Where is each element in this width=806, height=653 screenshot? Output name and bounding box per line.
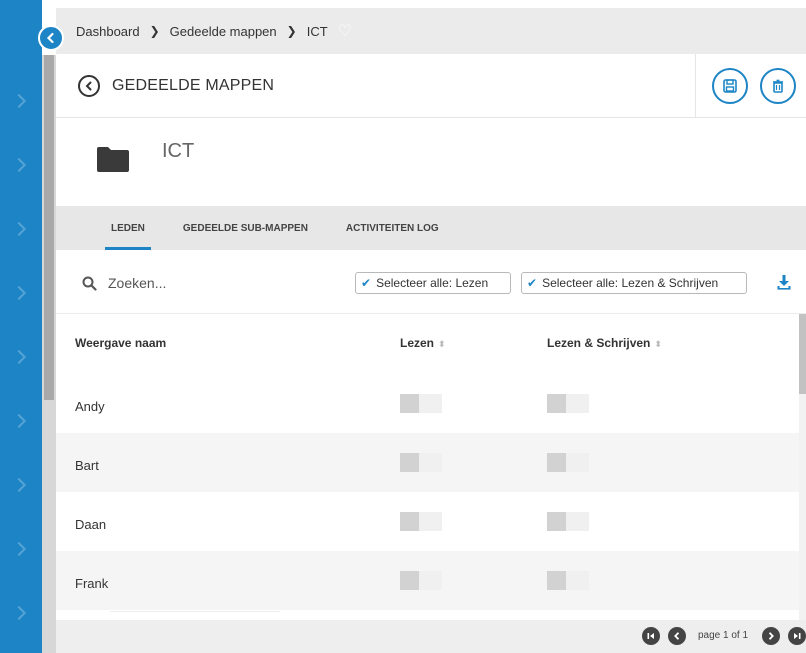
column-header-lezen-label: Lezen [400, 336, 435, 350]
tab-leden[interactable]: LEDEN [105, 206, 151, 250]
page-indicator: page 1 of 1 [698, 630, 749, 641]
breadcrumb-current: ICT [306, 23, 328, 39]
search-input[interactable] [108, 272, 308, 294]
chevron-left-icon [85, 81, 92, 90]
column-header-weergave-naam[interactable]: Weergave naam [75, 336, 166, 350]
read-toggle[interactable] [400, 453, 442, 472]
sort-icon: ⬍ [438, 339, 446, 349]
member-name: Frank [75, 576, 109, 591]
table-row: Frank [56, 551, 799, 610]
next-page-button[interactable] [762, 627, 780, 645]
nav-scrollbar-thumb[interactable] [44, 55, 54, 400]
breadcrumb: Dashboard ❯ Gedeelde mappen ❯ ICT ♡ [56, 8, 806, 54]
back-button[interactable] [78, 74, 100, 97]
folder-icon [97, 147, 129, 172]
member-name: Bart [75, 458, 99, 473]
floppy-disk-icon [723, 79, 737, 93]
chevron-right-icon [11, 285, 27, 301]
member-name: Andy [75, 399, 105, 414]
chevron-right-icon [768, 632, 774, 640]
breadcrumb-separator: ❯ [149, 24, 160, 38]
page-header: GEDEELDE MAPPEN [56, 54, 806, 118]
toggle-knob [547, 394, 566, 413]
chevron-left-icon [46, 32, 54, 44]
header-actions [695, 54, 806, 118]
table-scrollbar-thumb[interactable] [799, 314, 806, 394]
chevron-right-icon [11, 349, 27, 365]
favorite-heart-icon[interactable]: ♡ [338, 21, 352, 41]
read-write-toggle[interactable] [547, 453, 589, 472]
folder-name: ICT [162, 140, 195, 162]
checkmark-icon: ✔ [361, 276, 372, 290]
chevron-right-icon [11, 541, 27, 557]
chevron-right-icon [11, 477, 27, 493]
chevron-right-icon [11, 221, 27, 237]
tab-gedeelde-sub-mappen[interactable]: GEDEELDE SUB-MAPPEN [183, 206, 308, 250]
breadcrumb-separator: ❯ [286, 24, 297, 38]
read-toggle[interactable] [400, 512, 442, 531]
page-title: GEDEELDE MAPPEN [112, 76, 275, 94]
read-toggle[interactable] [400, 571, 442, 590]
table-scrollbar[interactable] [799, 314, 806, 624]
toggle-knob [400, 394, 419, 413]
select-all-read-button[interactable]: ✔ Selecteer alle: Lezen [355, 272, 511, 294]
trash-icon [773, 79, 783, 93]
toggle-knob [400, 571, 419, 590]
table-header: Weergave naam Lezen ⬍ Lezen & Schrijven ⬍ [56, 314, 799, 374]
first-page-button[interactable] [642, 627, 660, 645]
tab-bar: LEDEN GEDEELDE SUB-MAPPEN ACTIVITEITEN L… [56, 206, 806, 250]
skip-first-icon [647, 633, 654, 639]
column-header-lezen[interactable]: Lezen ⬍ [400, 336, 446, 350]
divider [110, 611, 280, 612]
chevron-right-icon [11, 157, 27, 173]
search-icon [82, 276, 97, 291]
folder-info: ICT [56, 118, 806, 206]
breadcrumb-dashboard[interactable]: Dashboard [76, 24, 140, 39]
save-button[interactable] [712, 68, 748, 104]
toggle-knob [400, 453, 419, 472]
delete-button[interactable] [760, 68, 796, 104]
breadcrumb-gedeelde-mappen[interactable]: Gedeelde mappen [170, 24, 277, 39]
toggle-knob [547, 512, 566, 531]
download-icon[interactable] [776, 274, 792, 290]
chevron-right-icon [11, 413, 27, 429]
select-all-read-write-label: Selecteer alle: Lezen & Schrijven [542, 276, 719, 290]
sidebar-collapse-button[interactable] [38, 25, 64, 51]
chevron-right-icon [11, 605, 27, 621]
chevron-right-icon [11, 93, 27, 109]
chevron-left-icon [674, 632, 680, 640]
table-row: Andy [56, 374, 799, 433]
table-row: Bart [56, 433, 799, 492]
toggle-knob [547, 453, 566, 472]
table-row: Daan [56, 492, 799, 551]
checkmark-icon: ✔ [527, 276, 538, 290]
column-header-lezen-schrijven-label: Lezen & Schrijven [547, 336, 651, 350]
read-toggle[interactable] [400, 394, 442, 413]
read-write-toggle[interactable] [547, 512, 589, 531]
select-all-read-label: Selecteer alle: Lezen [376, 276, 489, 290]
left-sidebar [0, 0, 42, 653]
select-all-read-write-button[interactable]: ✔ Selecteer alle: Lezen & Schrijven [521, 272, 747, 294]
last-page-button[interactable] [788, 627, 806, 645]
read-write-toggle[interactable] [547, 571, 589, 590]
toggle-knob [400, 512, 419, 531]
tab-activiteiten-log[interactable]: ACTIVITEITEN LOG [346, 206, 439, 250]
read-write-toggle[interactable] [547, 394, 589, 413]
nav-scrollbar[interactable] [42, 55, 56, 653]
pagination-bar: page 1 of 1 [56, 620, 806, 653]
toggle-knob [547, 571, 566, 590]
skip-last-icon [794, 633, 801, 639]
previous-page-button[interactable] [668, 627, 686, 645]
sort-icon: ⬍ [654, 339, 662, 349]
column-header-lezen-schrijven[interactable]: Lezen & Schrijven ⬍ [547, 336, 662, 350]
member-name: Daan [75, 517, 107, 532]
